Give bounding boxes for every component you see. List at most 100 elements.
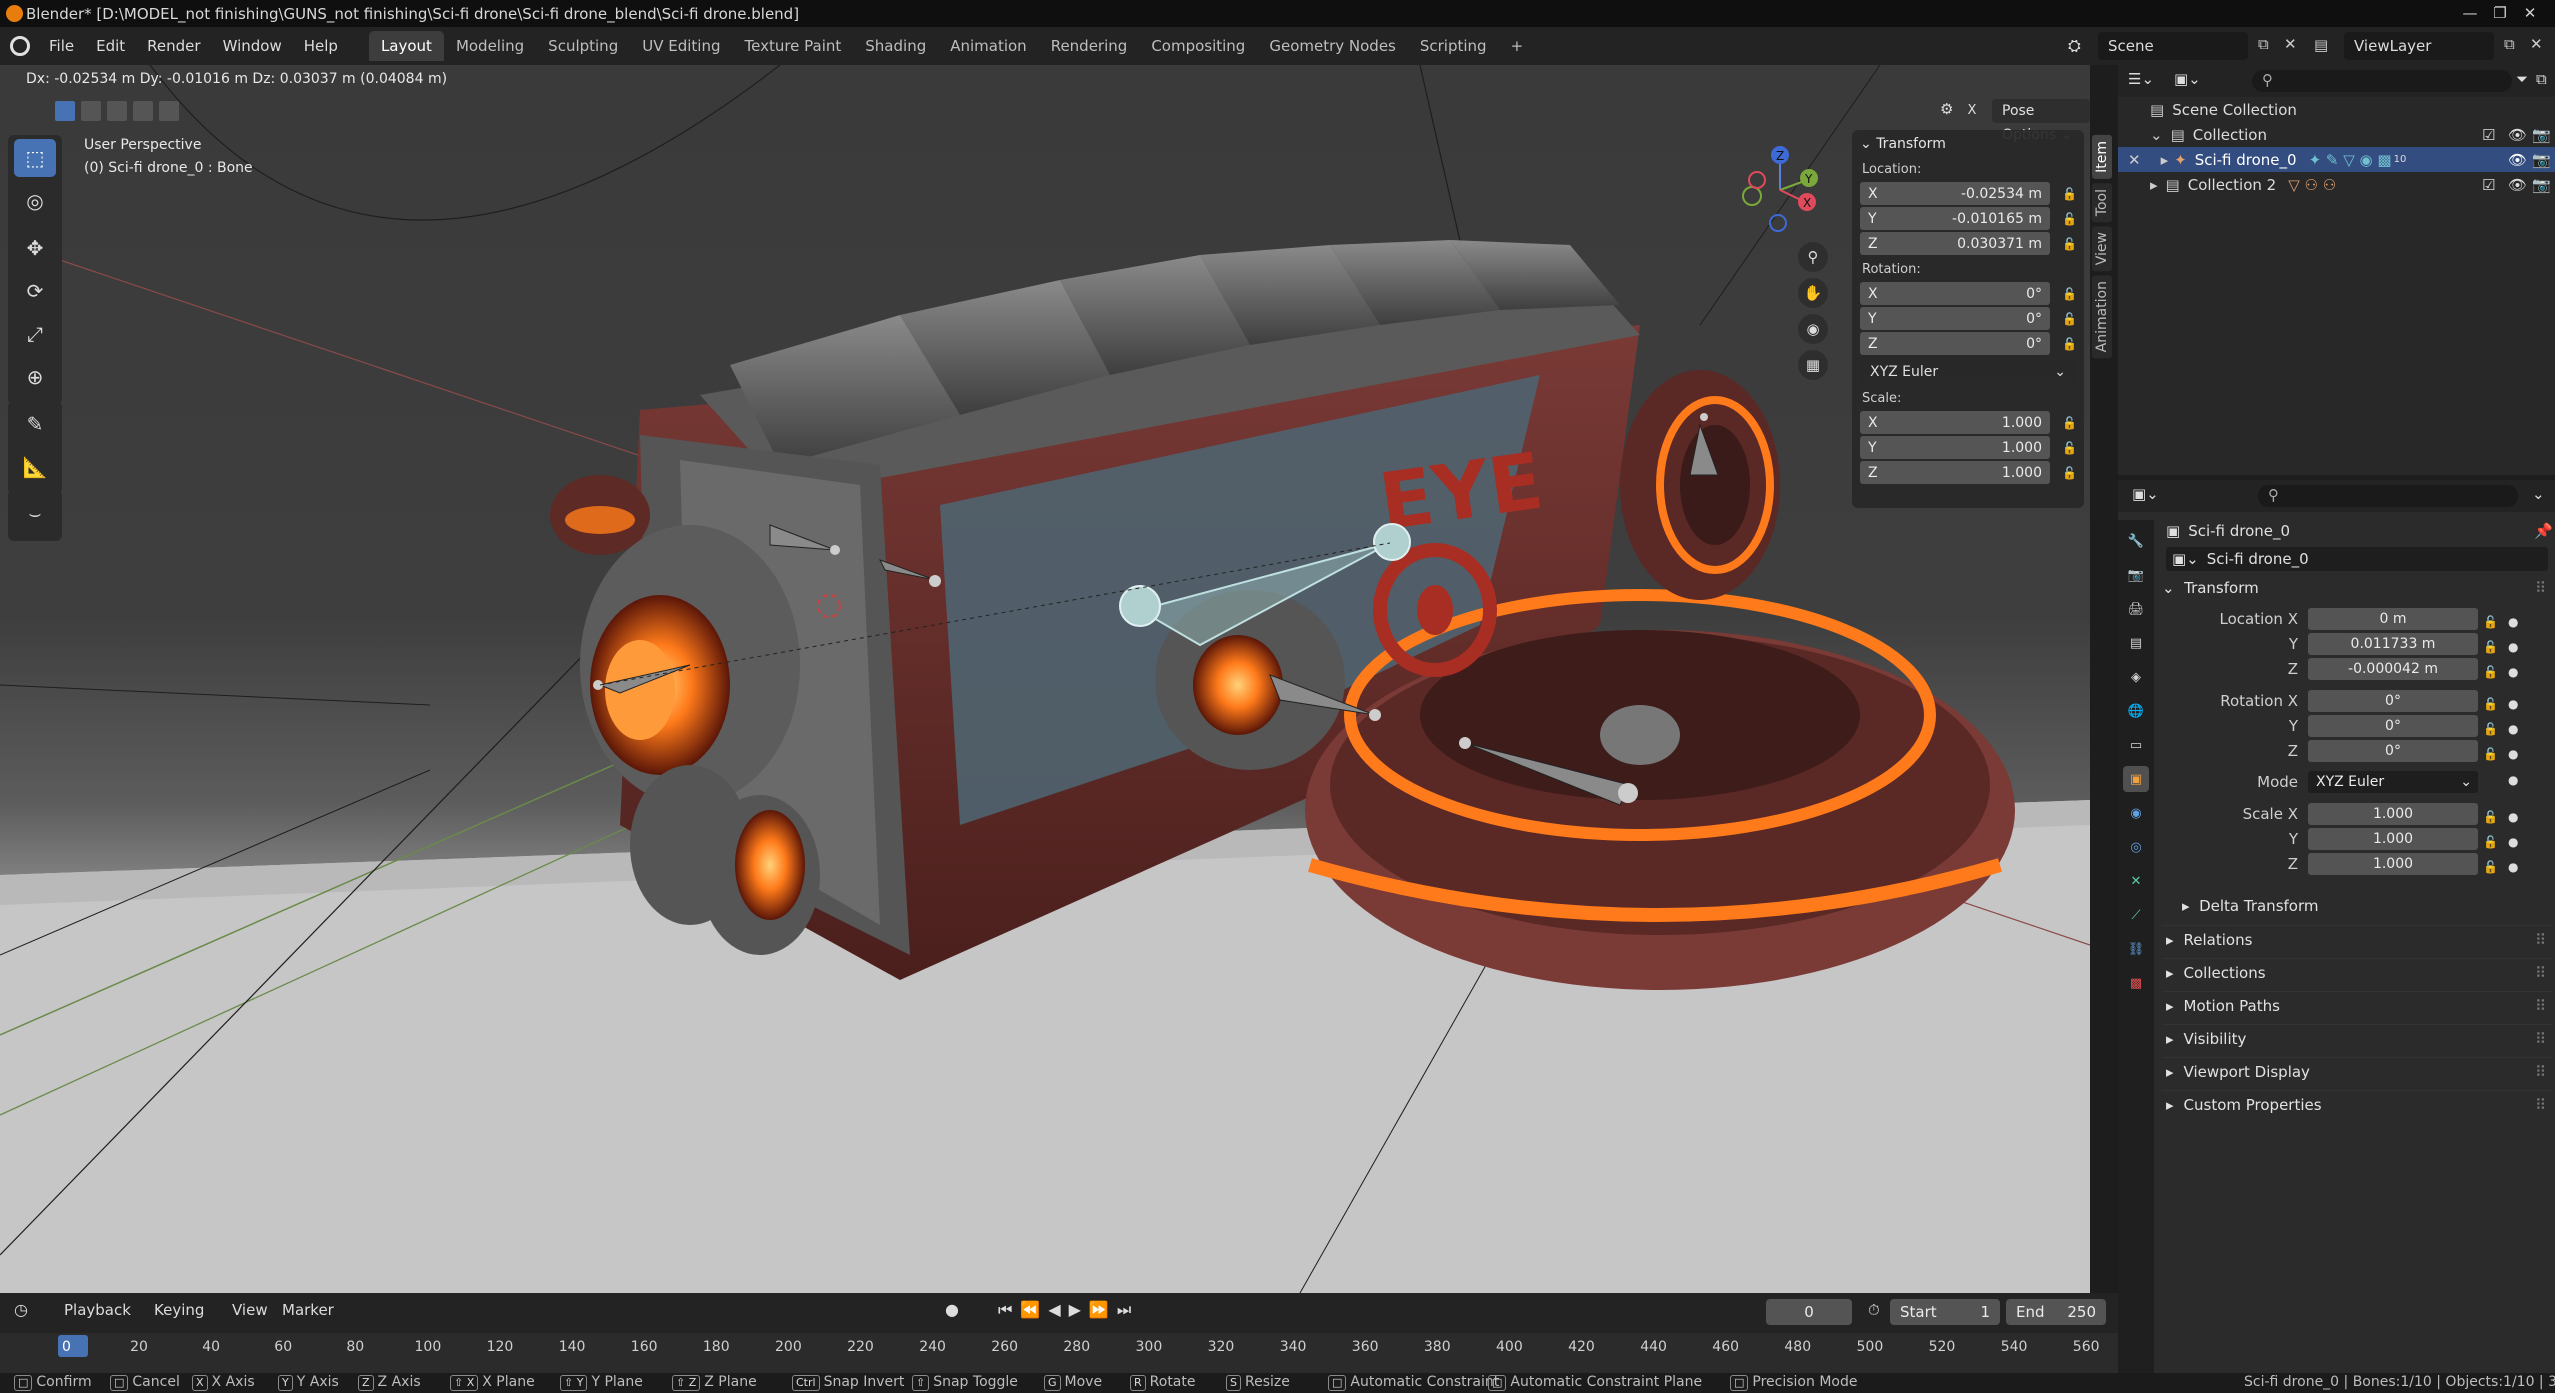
section-relations[interactable]: ▸ Relations ⠿ bbox=[2162, 925, 2552, 953]
select-invert-icon[interactable] bbox=[133, 101, 153, 121]
select-tool-icon[interactable]: ⬚ bbox=[14, 139, 56, 177]
select-intersect-icon[interactable] bbox=[159, 101, 179, 121]
outliner-row-scifi-drone[interactable]: ✕ ▸ ✦ Sci-fi drone_0 ✦ ✎ ▽ ◉ ▩ 10 👁 📷 bbox=[2118, 147, 2555, 172]
tab-animation-sidebar[interactable]: Animation bbox=[2092, 275, 2112, 359]
render-props-icon[interactable]: 📷 bbox=[2123, 562, 2149, 588]
delete-scene-icon[interactable]: ✕ bbox=[2284, 35, 2297, 53]
keyframe-dots-column[interactable]: ● ● ● bbox=[2508, 610, 2518, 685]
eye-icon[interactable]: 👁 bbox=[2508, 176, 2527, 194]
pin-icon[interactable]: 📌 bbox=[2534, 522, 2553, 540]
transform-pivot-icon[interactable]: ⚙ bbox=[1940, 100, 1953, 118]
menu-file[interactable]: File bbox=[38, 37, 85, 55]
bone-size-tool-icon[interactable]: ⌣ bbox=[14, 494, 56, 532]
delete-view-layer-icon[interactable]: ✕ bbox=[2530, 35, 2543, 53]
lock-icons-column[interactable]: 🔓 🔓 🔓 bbox=[2483, 610, 2498, 685]
new-view-layer-icon[interactable]: ⧉ bbox=[2504, 35, 2515, 53]
keyframe-dots-column[interactable]: ● ● ● bbox=[2508, 805, 2518, 880]
annotate-tool-icon[interactable]: ✎ bbox=[14, 405, 56, 443]
drag-handle-icon[interactable]: ⠿ bbox=[2535, 964, 2546, 982]
rotate-tool-icon[interactable]: ⟳ bbox=[14, 272, 56, 310]
ortho-grid-icon[interactable]: ▦ bbox=[1798, 350, 1828, 380]
camera-icon[interactable]: 📷 bbox=[2532, 126, 2551, 144]
menu-window[interactable]: Window bbox=[212, 37, 293, 55]
rotation-y-input[interactable]: 0° bbox=[2308, 715, 2478, 737]
section-collections[interactable]: ▸ Collections ⠿ bbox=[2162, 958, 2552, 986]
world-props-icon[interactable]: 🌐 bbox=[2123, 698, 2149, 724]
location-x-field[interactable]: X -0.02534 m bbox=[1860, 182, 2050, 205]
menu-view[interactable]: View bbox=[232, 1301, 268, 1319]
zoom-icon[interactable]: ⚲ bbox=[1798, 242, 1828, 272]
scale-y-field[interactable]: Y 1.000 bbox=[1860, 436, 2050, 459]
lock-icon[interactable]: 🔓 bbox=[2062, 466, 2077, 480]
outliner-editor-icon[interactable]: ☰⌄ bbox=[2128, 70, 2154, 88]
rotation-x-field[interactable]: X 0° bbox=[1860, 282, 2050, 305]
lock-icon[interactable]: 🔓 bbox=[2062, 237, 2077, 251]
camera-icon[interactable]: 📷 bbox=[2532, 151, 2551, 169]
playback-controls[interactable]: ⏮⏪◀▶⏩⏭ bbox=[998, 1300, 1139, 1320]
record-icon[interactable]: ● bbox=[945, 1300, 959, 1319]
lock-icon[interactable]: 🔓 bbox=[2062, 187, 2077, 201]
npanel-transform-title[interactable]: ⌄ Transform bbox=[1860, 136, 2076, 152]
lock-icon[interactable]: 🔓 bbox=[2062, 416, 2077, 430]
rotation-y-field[interactable]: Y 0° bbox=[1860, 307, 2050, 330]
select-subtract-icon[interactable] bbox=[107, 101, 127, 121]
pan-hand-icon[interactable]: ✋ bbox=[1798, 278, 1828, 308]
move-tool-icon[interactable]: ✥ bbox=[14, 229, 56, 267]
lock-icon[interactable]: 🔓 bbox=[2062, 212, 2077, 226]
location-z-field[interactable]: Z 0.030371 m bbox=[1860, 232, 2050, 255]
new-scene-icon[interactable]: ⧉ bbox=[2258, 35, 2269, 53]
section-viewport-display[interactable]: ▸ Viewport Display ⠿ bbox=[2162, 1057, 2552, 1085]
scale-z-field[interactable]: Z 1.000 bbox=[1860, 461, 2050, 484]
drag-handle-icon[interactable]: ⠿ bbox=[2535, 1063, 2546, 1081]
checkbox-icon[interactable]: ☑ bbox=[2482, 126, 2495, 144]
modifier-props-icon[interactable]: ◉ bbox=[2123, 800, 2149, 826]
object-props-icon[interactable]: ▣ bbox=[2123, 766, 2149, 792]
chevron-down-icon[interactable]: ⌄ bbox=[2532, 485, 2545, 503]
chevron-down-icon[interactable]: ⌄ bbox=[2150, 126, 2163, 144]
chevron-right-icon[interactable]: ▸ bbox=[2161, 151, 2169, 169]
physics-props-icon[interactable]: ◎ bbox=[2123, 834, 2149, 860]
close-button[interactable]: ✕ bbox=[2500, 0, 2555, 27]
location-y-input[interactable]: 0.011733 m bbox=[2308, 633, 2478, 655]
drag-handle-icon[interactable]: ⠿ bbox=[2535, 1030, 2546, 1048]
tab-geometry-nodes[interactable]: Geometry Nodes bbox=[1257, 31, 1408, 61]
camera-icon[interactable]: 📷 bbox=[2532, 176, 2551, 194]
stopwatch-icon[interactable]: ⏱ bbox=[1868, 1301, 1880, 1319]
lock-icon[interactable]: 🔓 bbox=[2062, 287, 2077, 301]
keyframe-dot[interactable]: ● bbox=[2508, 773, 2518, 787]
properties-search-input[interactable]: ⚲ bbox=[2258, 485, 2518, 507]
transform-tool-icon[interactable]: ⊕ bbox=[14, 358, 56, 396]
tab-uv-editing[interactable]: UV Editing bbox=[630, 31, 732, 61]
tab-texture-paint[interactable]: Texture Paint bbox=[732, 31, 853, 61]
tab-tool[interactable]: Tool bbox=[2092, 182, 2112, 223]
menu-marker[interactable]: Marker bbox=[282, 1301, 334, 1319]
section-motion-paths[interactable]: ▸ Motion Paths ⠿ bbox=[2162, 991, 2552, 1019]
new-collection-icon[interactable]: ⧉ bbox=[2536, 70, 2547, 88]
checkbox-icon[interactable]: ☑ bbox=[2482, 176, 2495, 194]
rotation-z-field[interactable]: Z 0° bbox=[1860, 332, 2050, 355]
end-frame-field[interactable]: End 250 bbox=[2006, 1299, 2106, 1325]
outliner-row-scene-collection[interactable]: ▤ Scene Collection bbox=[2118, 97, 2555, 122]
output-props-icon[interactable]: 🖨 bbox=[2123, 596, 2149, 622]
menu-keying[interactable]: Keying bbox=[154, 1301, 204, 1319]
rotation-mode-dropdown[interactable]: XYZ Euler ⌄ bbox=[2308, 771, 2478, 793]
properties-editor-icon[interactable]: ▣⌄ bbox=[2132, 485, 2159, 503]
rotation-mode-select[interactable]: XYZ Euler ⌄ bbox=[1860, 360, 2076, 383]
tool-props-icon[interactable]: 🔧 bbox=[2123, 528, 2149, 554]
armature-data-icon[interactable]: ✕ bbox=[2123, 868, 2149, 894]
section-visibility[interactable]: ▸ Visibility ⠿ bbox=[2162, 1024, 2552, 1052]
current-frame-field[interactable]: 0 bbox=[1766, 1299, 1852, 1325]
filter-icon[interactable]: ⏷ bbox=[2516, 70, 2528, 88]
tab-view[interactable]: View bbox=[2092, 226, 2112, 272]
section-custom-properties[interactable]: ▸ Custom Properties ⠿ bbox=[2162, 1090, 2552, 1118]
tab-rendering[interactable]: Rendering bbox=[1039, 31, 1140, 61]
bone-constraint-icon[interactable]: ⛓ bbox=[2123, 936, 2149, 962]
pose-options-dropdown[interactable]: Pose Options ⌄ bbox=[1992, 99, 2090, 143]
scale-x-input[interactable]: 1.000 bbox=[2308, 803, 2478, 825]
tab-compositing[interactable]: Compositing bbox=[1139, 31, 1257, 61]
cursor-tool-icon[interactable]: ◎ bbox=[14, 182, 56, 220]
chevron-right-icon[interactable]: ▸ bbox=[2150, 176, 2158, 194]
scene-selector[interactable]: Scene bbox=[2098, 32, 2248, 60]
editor-type-icon[interactable]: ◷ bbox=[14, 1300, 28, 1319]
outliner-search-input[interactable]: ⚲ bbox=[2252, 70, 2512, 92]
